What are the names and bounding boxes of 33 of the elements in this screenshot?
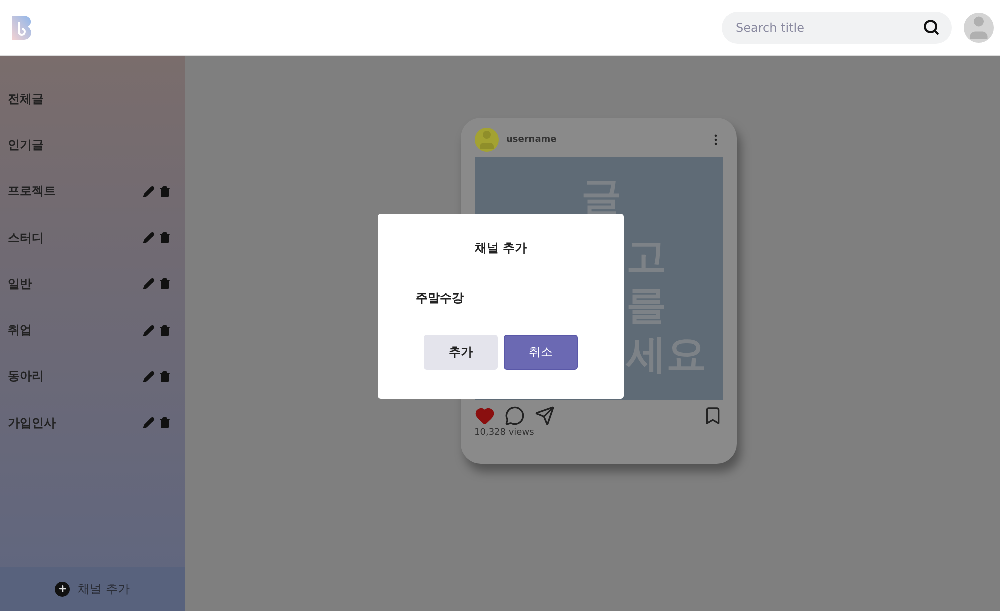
heart-icon[interactable] bbox=[474, 406, 494, 426]
sidebar-item[interactable]: 프로젝트 bbox=[8, 183, 139, 200]
sidebar-item[interactable]: 동아리 bbox=[8, 368, 139, 386]
sidebar-item[interactable]: 가입인사 bbox=[8, 414, 139, 432]
pencil-icon[interactable] bbox=[143, 232, 155, 244]
pencil-icon[interactable] bbox=[143, 324, 155, 337]
add-button[interactable]: 추가 bbox=[424, 335, 498, 370]
sidebar-item[interactable]: 인기글 bbox=[8, 136, 171, 154]
cancel-button[interactable]: 취소 bbox=[504, 335, 578, 370]
search-field[interactable]: Search title bbox=[722, 12, 952, 44]
trash-icon[interactable] bbox=[159, 417, 171, 430]
username: username bbox=[506, 135, 558, 145]
trash-icon[interactable] bbox=[159, 278, 171, 290]
pencil-icon[interactable] bbox=[143, 417, 155, 430]
avatar-icon bbox=[474, 128, 498, 152]
trash-icon[interactable] bbox=[159, 232, 171, 244]
avatar-icon[interactable] bbox=[964, 12, 994, 42]
pencil-icon[interactable] bbox=[143, 278, 155, 290]
sidebar-item[interactable]: 스터디 bbox=[8, 230, 139, 247]
view-count: 10,328 views bbox=[474, 428, 536, 438]
dialog-title: 채널 추가 bbox=[474, 240, 528, 257]
trash-icon[interactable] bbox=[159, 324, 171, 337]
sidebar-item[interactable]: 전체글 bbox=[8, 90, 171, 108]
search-icon[interactable] bbox=[923, 18, 940, 36]
pencil-icon[interactable] bbox=[143, 370, 155, 383]
sidebar-item[interactable]: 일반 bbox=[8, 276, 139, 293]
sidebar-item[interactable]: 취업 bbox=[8, 322, 139, 340]
comment-icon[interactable] bbox=[504, 406, 524, 426]
trash-icon[interactable] bbox=[159, 186, 171, 198]
send-icon[interactable] bbox=[534, 406, 554, 426]
trash-icon[interactable] bbox=[159, 370, 171, 383]
pencil-icon[interactable] bbox=[143, 186, 155, 198]
plus-icon bbox=[55, 582, 70, 596]
